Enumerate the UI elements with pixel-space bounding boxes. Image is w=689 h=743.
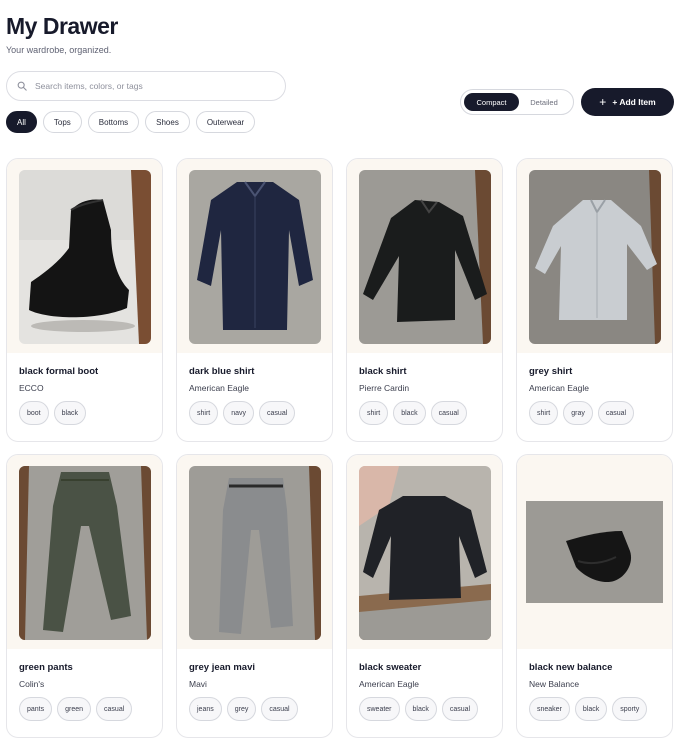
filter-chip-shoes[interactable]: Shoes xyxy=(145,111,190,133)
compact-view-button[interactable]: Compact xyxy=(464,93,519,111)
search-input[interactable] xyxy=(35,81,255,91)
item-card[interactable]: black formal boot ECCO boot black xyxy=(6,158,163,442)
item-tags: sneaker black sporty xyxy=(529,697,660,721)
item-name: green pants xyxy=(19,662,73,673)
filter-chips: All Tops Bottoms Shoes Outerwear xyxy=(6,111,256,133)
item-tags: shirt navy casual xyxy=(189,401,320,425)
tag: casual xyxy=(259,401,296,425)
item-photo-green-pants xyxy=(19,466,151,640)
tag: sporty xyxy=(612,697,648,721)
tag: gray xyxy=(563,401,593,425)
tag: sneaker xyxy=(529,697,570,721)
item-photo-navy-shirt xyxy=(189,170,321,344)
tag: shirt xyxy=(189,401,219,425)
tag: grey xyxy=(226,697,257,721)
item-image-area xyxy=(177,159,332,353)
item-image-area xyxy=(517,159,672,353)
item-card[interactable]: grey jean mavi Mavi jeans grey casual xyxy=(176,454,333,738)
item-tags: sweater black casual xyxy=(359,697,490,721)
item-photo-black-shirt xyxy=(359,170,491,344)
item-tags: boot black xyxy=(19,401,150,425)
item-name: grey shirt xyxy=(529,366,573,377)
search-bar[interactable] xyxy=(6,71,286,101)
item-photo-grey-shirt xyxy=(529,170,661,344)
tag: casual xyxy=(261,697,298,721)
tag: navy xyxy=(223,401,255,425)
filter-chip-bottoms[interactable]: Bottoms xyxy=(87,111,140,133)
item-tags: shirt gray casual xyxy=(529,401,660,425)
item-card[interactable]: grey shirt American Eagle shirt gray cas… xyxy=(516,158,673,442)
tag: black xyxy=(393,401,426,425)
item-tags: shirt black casual xyxy=(359,401,490,425)
tag: shirt xyxy=(529,401,559,425)
item-image-area xyxy=(517,455,672,649)
item-photo-boot xyxy=(19,170,151,344)
item-card[interactable]: black sweater American Eagle sweater bla… xyxy=(346,454,503,738)
item-photo-sneaker xyxy=(526,501,663,603)
item-card[interactable]: dark blue shirt American Eagle shirt nav… xyxy=(176,158,333,442)
item-tags: pants green casual xyxy=(19,697,150,721)
detailed-view-button[interactable]: Detailed xyxy=(519,93,569,111)
item-tags: jeans grey casual xyxy=(189,697,320,721)
item-brand: ECCO xyxy=(19,383,44,393)
tag: black xyxy=(574,697,608,721)
tag: shirt xyxy=(359,401,389,425)
item-image-area xyxy=(347,159,502,353)
tag: black xyxy=(53,401,86,425)
tag: pants xyxy=(19,697,53,721)
item-image-area xyxy=(177,455,332,649)
tag: jeans xyxy=(189,697,222,721)
page-title: My Drawer xyxy=(6,13,118,39)
filter-chip-tops[interactable]: Tops xyxy=(42,111,82,133)
item-brand: American Eagle xyxy=(529,383,590,393)
search-icon xyxy=(17,81,27,91)
item-card[interactable]: black new balance New Balance sneaker bl… xyxy=(516,454,673,738)
item-brand: New Balance xyxy=(529,679,580,689)
filter-chip-outerwear[interactable]: Outerwear xyxy=(195,111,256,133)
item-brand: Mavi xyxy=(189,679,207,689)
item-brand: American Eagle xyxy=(189,383,250,393)
plus-icon: + xyxy=(599,95,607,109)
item-image-area xyxy=(347,455,502,649)
view-mode-toggle: Compact Detailed xyxy=(460,89,574,115)
item-name: black new balance xyxy=(529,662,613,673)
item-photo-black-sweater xyxy=(359,466,491,640)
item-image-area xyxy=(7,159,162,353)
page-subtitle: Your wardrobe, organized. xyxy=(6,45,112,55)
add-item-label: + Add Item xyxy=(612,97,656,107)
tag: casual xyxy=(430,401,467,425)
add-item-button[interactable]: + + Add Item xyxy=(581,88,674,116)
item-name: black formal boot xyxy=(19,366,99,377)
item-name: dark blue shirt xyxy=(189,366,255,377)
item-name: black sweater xyxy=(359,662,422,673)
item-brand: Pierre Cardin xyxy=(359,383,410,393)
tag: casual xyxy=(96,697,133,721)
item-photo-grey-jeans xyxy=(189,466,321,640)
page-header: My Drawer Your wardrobe, organized. xyxy=(6,12,118,55)
tag: boot xyxy=(19,401,49,425)
tag: sweater xyxy=(359,697,400,721)
item-brand: Colin's xyxy=(19,679,45,689)
item-brand: American Eagle xyxy=(359,679,420,689)
item-name: black shirt xyxy=(359,366,407,377)
wardrobe-grid: black formal boot ECCO boot black dark b… xyxy=(6,158,673,738)
filter-chip-all[interactable]: All xyxy=(6,111,37,133)
tag: green xyxy=(57,697,92,721)
item-card[interactable]: green pants Colin's pants green casual xyxy=(6,454,163,738)
item-image-area xyxy=(7,455,162,649)
tag: casual xyxy=(441,697,479,721)
item-name: grey jean mavi xyxy=(189,662,256,673)
tag: black xyxy=(404,697,437,721)
tag: casual xyxy=(597,401,635,425)
item-card[interactable]: black shirt Pierre Cardin shirt black ca… xyxy=(346,158,503,442)
